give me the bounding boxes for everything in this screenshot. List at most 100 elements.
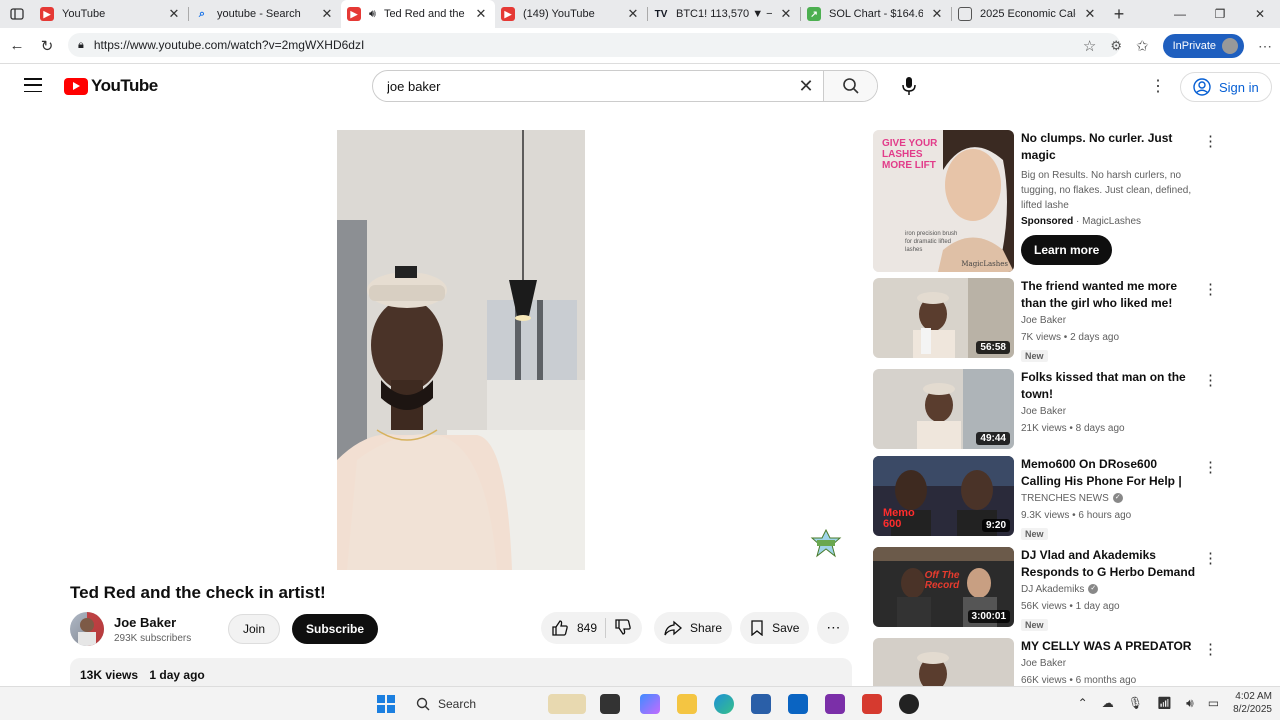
- restore-icon[interactable]: ❐: [1200, 0, 1240, 28]
- extensions-icon[interactable]: ⚙: [1110, 38, 1122, 54]
- channel-name[interactable]: Joe Baker: [114, 615, 214, 630]
- related-video-card[interactable]: Off The Record 3:00:01 DJ Vlad and Akade…: [873, 547, 1218, 631]
- video-thumbnail[interactable]: 49:44: [873, 369, 1014, 449]
- recorder-icon[interactable]: [899, 694, 919, 714]
- video-title-link[interactable]: The friend wanted me more than the girl …: [1021, 278, 1196, 312]
- search-input[interactable]: [373, 78, 789, 94]
- favorites-icon[interactable]: ✩: [1136, 37, 1149, 55]
- inprivate-badge[interactable]: InPrivate: [1162, 34, 1244, 58]
- new-tab-icon[interactable]: +: [1104, 4, 1134, 25]
- volume-icon[interactable]: 🔊︎: [1186, 696, 1194, 711]
- share-button[interactable]: Share: [654, 612, 733, 644]
- show-hidden-icons-icon[interactable]: ⌃: [1078, 696, 1088, 710]
- browser-tab[interactable]: ▶ (149) YouTube ✕: [495, 0, 647, 28]
- close-tab-icon[interactable]: ✕: [319, 6, 335, 22]
- refresh-icon[interactable]: ↻: [32, 37, 62, 55]
- browser-tab[interactable]: ↗ SOL Chart - $164.62 ( ✕: [801, 0, 951, 28]
- wifi-icon[interactable]: 📶︎: [1157, 696, 1172, 710]
- video-menu-kebab-icon[interactable]: ⋮: [1203, 640, 1218, 658]
- dislike-button[interactable]: [614, 618, 632, 639]
- more-menu-icon[interactable]: ⋯: [1258, 38, 1272, 55]
- save-button[interactable]: Save: [740, 612, 810, 644]
- guide-menu-icon[interactable]: [24, 78, 42, 92]
- video-menu-kebab-icon[interactable]: ⋮: [1203, 549, 1218, 567]
- ad-thumbnail[interactable]: GIVE YOUR LASHES MORE LIFT iron precisio…: [873, 130, 1014, 272]
- edge-browser-icon[interactable]: [714, 694, 734, 714]
- video-player[interactable]: [337, 130, 585, 570]
- close-window-icon[interactable]: ✕: [1240, 0, 1280, 28]
- sign-in-button[interactable]: Sign in: [1180, 72, 1272, 102]
- related-video-card[interactable]: 56:58 The friend wanted me more than the…: [873, 278, 1218, 362]
- description-box[interactable]: 13K views 1 day ago: [70, 658, 852, 686]
- subscribe-button[interactable]: Subscribe: [292, 614, 379, 644]
- settings-kebab-icon[interactable]: ⋮: [1150, 76, 1166, 96]
- outlook-icon[interactable]: [788, 694, 808, 714]
- thumbnail-overlay-text: Memo 600: [883, 507, 915, 530]
- onedrive-cloud-icon[interactable]: ☁: [1102, 696, 1114, 710]
- video-title-link[interactable]: Folks kissed that man on the town!: [1021, 369, 1196, 403]
- minimize-icon[interactable]: —: [1160, 0, 1200, 28]
- related-video-card[interactable]: 49:44 Folks kissed that man on the town!…: [873, 369, 1218, 453]
- taskbar-clock[interactable]: 4:02 AM 8/2/2025: [1233, 690, 1272, 716]
- channel-name[interactable]: Joe Baker: [1021, 403, 1196, 420]
- file-explorer-icon[interactable]: [677, 694, 697, 714]
- task-view-icon[interactable]: [600, 694, 620, 714]
- related-video-card[interactable]: MY CELLY WAS A PREDATOR Joe Baker 66K vi…: [873, 638, 1218, 686]
- search-button[interactable]: [823, 71, 877, 101]
- voice-search-button[interactable]: [894, 70, 924, 102]
- battery-icon[interactable]: ▭: [1208, 696, 1219, 710]
- channel-name[interactable]: Joe Baker: [1021, 312, 1196, 329]
- back-icon[interactable]: ←: [2, 37, 32, 54]
- browser-tab[interactable]: TV BTC1! 113,570 ▼ −3.2 ✕: [648, 0, 800, 28]
- taskbar-search[interactable]: Search: [408, 693, 532, 715]
- app-icon[interactable]: [862, 694, 882, 714]
- video-thumbnail[interactable]: Memo 600 9:20: [873, 456, 1014, 536]
- learn-more-button[interactable]: Learn more: [1021, 235, 1113, 265]
- channel-avatar[interactable]: [70, 612, 104, 646]
- video-thumbnail[interactable]: 56:58: [873, 278, 1014, 358]
- microphone-icon[interactable]: 🎙︎: [1128, 696, 1143, 710]
- copilot-icon[interactable]: [640, 694, 660, 714]
- ad-title[interactable]: No clumps. No curler. Just magic: [1021, 130, 1196, 164]
- onenote-icon[interactable]: [825, 694, 845, 714]
- audio-playing-icon[interactable]: 🔊︎: [369, 8, 376, 21]
- channel-name[interactable]: TRENCHES NEWS: [1021, 493, 1109, 504]
- more-actions-icon[interactable]: ⋯: [817, 612, 850, 644]
- store-icon[interactable]: [751, 694, 771, 714]
- join-button[interactable]: Join: [228, 614, 281, 644]
- tab-actions-menu-icon[interactable]: [0, 0, 34, 28]
- channel-name[interactable]: DJ Akademiks: [1021, 584, 1084, 595]
- video-title-link[interactable]: Memo600 On DRose600 Calling His Phone Fo…: [1021, 456, 1196, 490]
- video-title-link[interactable]: MY CELLY WAS A PREDATOR: [1021, 638, 1196, 655]
- widgets-icon[interactable]: [548, 694, 586, 714]
- site-info-icon[interactable]: 🔒︎: [78, 39, 84, 52]
- browser-tab[interactable]: ▶ YouTube ✕: [34, 0, 188, 28]
- close-tab-icon[interactable]: ✕: [929, 6, 945, 22]
- close-tab-icon[interactable]: ✕: [625, 6, 641, 22]
- favorite-star-icon[interactable]: ☆: [1083, 37, 1096, 55]
- video-title-link[interactable]: DJ Vlad and Akademiks Responds to G Herb…: [1021, 547, 1196, 581]
- video-menu-kebab-icon[interactable]: ⋮: [1203, 458, 1218, 476]
- browser-tab-active[interactable]: ▶ 🔊︎ Ted Red and the c ✕: [341, 0, 495, 28]
- browser-tab[interactable]: 2025 Economic Calend ✕: [952, 0, 1104, 28]
- close-tab-icon[interactable]: ✕: [778, 6, 794, 22]
- clear-search-icon[interactable]: ✕: [789, 76, 823, 97]
- close-tab-icon[interactable]: ✕: [473, 6, 489, 22]
- address-bar[interactable]: 🔒︎ https://www.youtube.com/watch?v=2mgWX…: [68, 33, 1120, 57]
- close-tab-icon[interactable]: ✕: [166, 6, 182, 22]
- browser-tab[interactable]: ⌕ youtube - Search ✕: [189, 0, 341, 28]
- close-tab-icon[interactable]: ✕: [1082, 6, 1098, 22]
- channel-name[interactable]: Joe Baker: [1021, 655, 1196, 672]
- ad-card[interactable]: GIVE YOUR LASHES MORE LIFT iron precisio…: [873, 130, 1218, 272]
- video-menu-kebab-icon[interactable]: ⋮: [1203, 371, 1218, 389]
- video-menu-kebab-icon[interactable]: ⋮: [1203, 280, 1218, 298]
- view-count: 66K views: [1021, 675, 1067, 686]
- ad-menu-kebab-icon[interactable]: ⋮: [1203, 132, 1218, 150]
- related-video-card[interactable]: Memo 600 9:20 Memo600 On DRose600 Callin…: [873, 456, 1218, 540]
- start-button-icon[interactable]: [376, 694, 396, 714]
- video-thumbnail[interactable]: [873, 638, 1014, 686]
- url-text: https://www.youtube.com/watch?v=2mgWXHD6…: [93, 38, 365, 52]
- youtube-logo[interactable]: YouTube: [64, 76, 158, 96]
- video-thumbnail[interactable]: Off The Record 3:00:01: [873, 547, 1014, 627]
- like-button[interactable]: 849: [551, 619, 597, 637]
